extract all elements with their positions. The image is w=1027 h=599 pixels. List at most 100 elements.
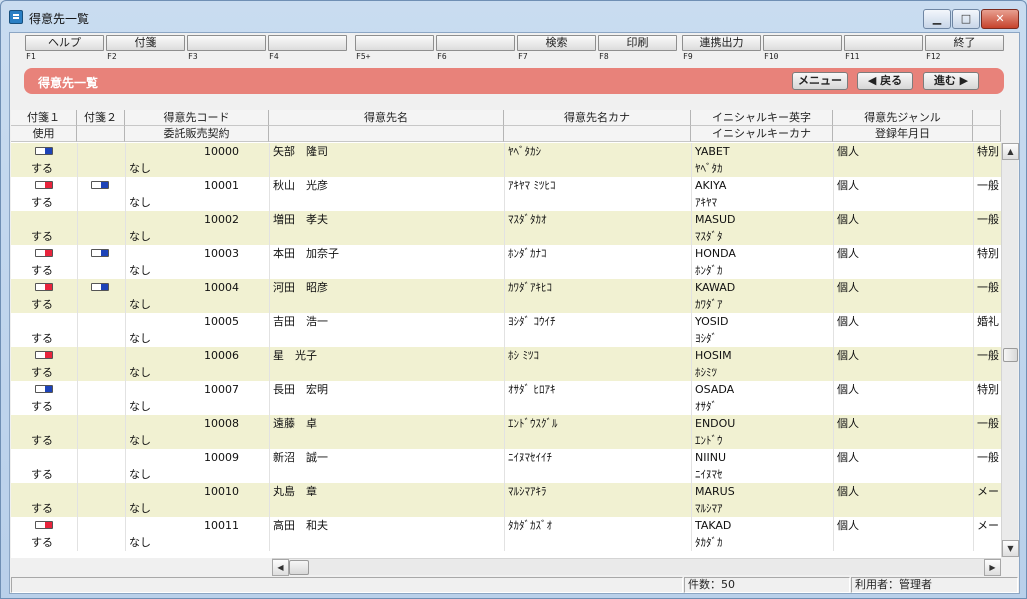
col-header-initial-kana[interactable]: イニシャルキーカナ bbox=[691, 126, 833, 142]
column-divider bbox=[504, 449, 505, 483]
fkey-f2[interactable]: 付箋 F2 bbox=[106, 35, 185, 63]
col-header-genre[interactable]: 得意先ジャンル bbox=[833, 110, 973, 126]
app-window: 得意先一覧 ▁ □ ✕ ヘルプ F1 付箋 F2 F3 F4 F5+ F6 検索 F7… bbox=[0, 0, 1027, 599]
fkey-f1-button[interactable]: ヘルプ bbox=[25, 35, 104, 51]
cell-genre: 個人 bbox=[837, 315, 859, 328]
scroll-left-arrow-icon[interactable]: ◀ bbox=[272, 559, 289, 576]
blue-sticky-note-icon[interactable] bbox=[91, 181, 109, 189]
table-row[interactable]: 10008 遠藤 卓 ｴﾝﾄﾞｳｽｸﾞﾙ ENDOU 個人 一般 する なし ｴﾝﾄﾞｳ bbox=[11, 415, 1001, 449]
table-row[interactable]: 10004 河田 昭彦 ｶﾜﾀﾞｱｷﾋｺ KAWAD 個人 一般 する なし ｶﾜﾀﾞｱ bbox=[11, 279, 1001, 313]
cell-extra: 一般 bbox=[977, 213, 999, 226]
maximize-button[interactable]: □ bbox=[952, 9, 980, 29]
table-header: 付箋１ 付箋２ 得意先コード 得意先名 得意先名カナ イニシャルキー英字 得意先… bbox=[11, 110, 1001, 142]
fkey-f5-button[interactable] bbox=[355, 35, 434, 51]
fkey-f7-button[interactable]: 検索 bbox=[517, 35, 596, 51]
table-row[interactable]: 10007 長田 宏明 ｵｻﾀﾞ ﾋﾛｱｷ OSADA 個人 特別 する なし ｵｻﾀﾞ bbox=[11, 381, 1001, 415]
cell-code: 10004 bbox=[204, 281, 239, 294]
fkey-f4-button[interactable] bbox=[268, 35, 347, 51]
cell-name: 矢部 隆司 bbox=[273, 145, 328, 158]
col-header-kana[interactable]: 得意先名カナ bbox=[504, 110, 691, 126]
table-row[interactable]: 10003 本田 加奈子 ﾎﾝﾀﾞｶﾅｺ HONDA 個人 特別 する なし ﾎﾝﾀﾞｶ bbox=[11, 245, 1001, 279]
fkey-f2-button[interactable]: 付箋 bbox=[106, 35, 185, 51]
minimize-button[interactable]: ▁ bbox=[923, 9, 951, 29]
table-row[interactable]: 10010 丸島 章 ﾏﾙｼﾏｱｷﾗ MARUS 個人 メー する なし ﾏﾙｼﾏｱ bbox=[11, 483, 1001, 517]
table-row[interactable]: 10006 星 光子 ﾎｼ ﾐﾂｺ HOSIM 個人 一般 する なし ﾎｼﾐﾂ bbox=[11, 347, 1001, 381]
red-sticky-note-icon[interactable] bbox=[35, 181, 53, 189]
red-sticky-note-icon[interactable] bbox=[35, 249, 53, 257]
col-header-blank[interactable] bbox=[77, 126, 125, 142]
table-row[interactable]: 10009 新沼 誠一 ﾆｲﾇﾏｾｲｲﾁ NIINU 個人 一般 する なし ﾆｲﾇﾏｾ bbox=[11, 449, 1001, 483]
fkey-f12-button[interactable]: 終了 bbox=[925, 35, 1004, 51]
col-header-blank3[interactable] bbox=[504, 126, 691, 142]
cell-extra: 婚礼 bbox=[977, 315, 999, 328]
vertical-scrollbar[interactable]: ▲ ▼ bbox=[1001, 143, 1019, 557]
table-row[interactable]: 10011 高田 和夫 ﾀｶﾀﾞｶｽﾞｵ TAKAD 個人 メー する なし ﾀｶﾀﾞｶ bbox=[11, 517, 1001, 551]
table-row[interactable]: 10005 吉田 浩一 ﾖｼﾀﾞ ｺｳｲﾁ YOSID 個人 婚礼 する なし ﾖｼﾀﾞ bbox=[11, 313, 1001, 347]
fkey-f9-button[interactable]: 連携出力 bbox=[682, 35, 761, 51]
column-divider bbox=[504, 313, 505, 347]
fkey-f4-number: F4 bbox=[269, 52, 279, 61]
col-header-tag2[interactable]: 付箋２ bbox=[77, 110, 125, 126]
col-header-use[interactable]: 使用 bbox=[11, 126, 77, 142]
fkey-f12[interactable]: 終了 F12 bbox=[925, 35, 1004, 63]
col-header-tag1[interactable]: 付箋１ bbox=[11, 110, 77, 126]
fkey-f7[interactable]: 検索 F7 bbox=[517, 35, 596, 63]
table-row[interactable]: 10000 矢部 隆司 ﾔﾍﾞﾀｶｼ YABET 個人 特別 する なし ﾔﾍﾞﾀｶ bbox=[11, 143, 1001, 177]
cell-code: 10002 bbox=[204, 213, 239, 226]
column-divider bbox=[77, 449, 78, 483]
fkey-f1[interactable]: ヘルプ F1 bbox=[25, 35, 104, 63]
column-divider bbox=[973, 279, 974, 313]
fkey-f11-number: F11 bbox=[845, 52, 860, 61]
col-header-initial[interactable]: イニシャルキー英字 bbox=[691, 110, 833, 126]
fkey-f10[interactable]: F10 bbox=[763, 35, 842, 63]
col-header-extra[interactable] bbox=[973, 110, 1001, 126]
cell-kana: ﾎﾝﾀﾞｶﾅｺ bbox=[508, 247, 547, 260]
fkey-f8[interactable]: 印刷 F8 bbox=[598, 35, 677, 63]
fkey-f10-button[interactable] bbox=[763, 35, 842, 51]
fkey-f6-button[interactable] bbox=[436, 35, 515, 51]
blue-sticky-note-icon[interactable] bbox=[35, 147, 53, 155]
col-header-consign[interactable]: 委託販売契約 bbox=[125, 126, 269, 142]
fkey-f11-button[interactable] bbox=[844, 35, 923, 51]
table-row[interactable]: 10001 秋山 光彦 ｱｷﾔﾏ ﾐﾂﾋｺ AKIYA 個人 一般 する なし ｱｷﾔﾏ bbox=[11, 177, 1001, 211]
col-header-name[interactable]: 得意先名 bbox=[269, 110, 504, 126]
scroll-down-arrow-icon[interactable]: ▼ bbox=[1002, 540, 1019, 557]
menu-button[interactable]: メニュー bbox=[792, 72, 848, 90]
col-header-reg-date[interactable]: 登録年月日 bbox=[833, 126, 973, 142]
blue-sticky-note-icon[interactable] bbox=[35, 385, 53, 393]
fkey-f5[interactable]: F5+ bbox=[355, 35, 434, 63]
col-header-code[interactable]: 得意先コード bbox=[125, 110, 269, 126]
back-button[interactable]: ◀ 戻る bbox=[857, 72, 913, 90]
fkey-f3[interactable]: F3 bbox=[187, 35, 266, 63]
cell-initial: ENDOU bbox=[695, 417, 736, 430]
cell-consign: なし bbox=[129, 230, 151, 243]
col-header-blank2[interactable] bbox=[269, 126, 504, 142]
blue-sticky-note-icon[interactable] bbox=[91, 283, 109, 291]
fkey-f6[interactable]: F6 bbox=[436, 35, 515, 63]
fkey-f4[interactable]: F4 bbox=[268, 35, 347, 63]
scroll-right-arrow-icon[interactable]: ▶ bbox=[984, 559, 1001, 576]
vertical-scroll-thumb[interactable] bbox=[1003, 348, 1018, 362]
fkey-f9[interactable]: 連携出力 F9 bbox=[682, 35, 761, 63]
cell-initial-kana: ﾆｲﾇﾏｾ bbox=[695, 468, 723, 481]
fkey-f11[interactable]: F11 bbox=[844, 35, 923, 63]
column-divider bbox=[833, 415, 834, 449]
close-button[interactable]: ✕ bbox=[981, 9, 1019, 29]
col-header-extra2[interactable] bbox=[973, 126, 1001, 142]
cell-genre: 個人 bbox=[837, 145, 859, 158]
forward-button[interactable]: 進む ▶ bbox=[923, 72, 979, 90]
table-row[interactable]: 10002 増田 孝夫 ﾏｽﾀﾞﾀｶｵ MASUD 個人 一般 する なし ﾏｽﾀﾞﾀ bbox=[11, 211, 1001, 245]
red-sticky-note-icon[interactable] bbox=[35, 283, 53, 291]
red-sticky-note-icon[interactable] bbox=[35, 351, 53, 359]
horizontal-scrollbar[interactable]: ◀ ▶ bbox=[272, 558, 1001, 576]
cell-consign: なし bbox=[129, 366, 151, 379]
fkey-f3-button[interactable] bbox=[187, 35, 266, 51]
scroll-up-arrow-icon[interactable]: ▲ bbox=[1002, 143, 1019, 160]
column-divider bbox=[504, 211, 505, 245]
horizontal-scroll-thumb[interactable] bbox=[289, 560, 309, 575]
fkey-f8-button[interactable]: 印刷 bbox=[598, 35, 677, 51]
red-sticky-note-icon[interactable] bbox=[35, 521, 53, 529]
status-user: 利用者：管理者 bbox=[851, 577, 1018, 593]
column-divider bbox=[691, 177, 692, 211]
blue-sticky-note-icon[interactable] bbox=[91, 249, 109, 257]
